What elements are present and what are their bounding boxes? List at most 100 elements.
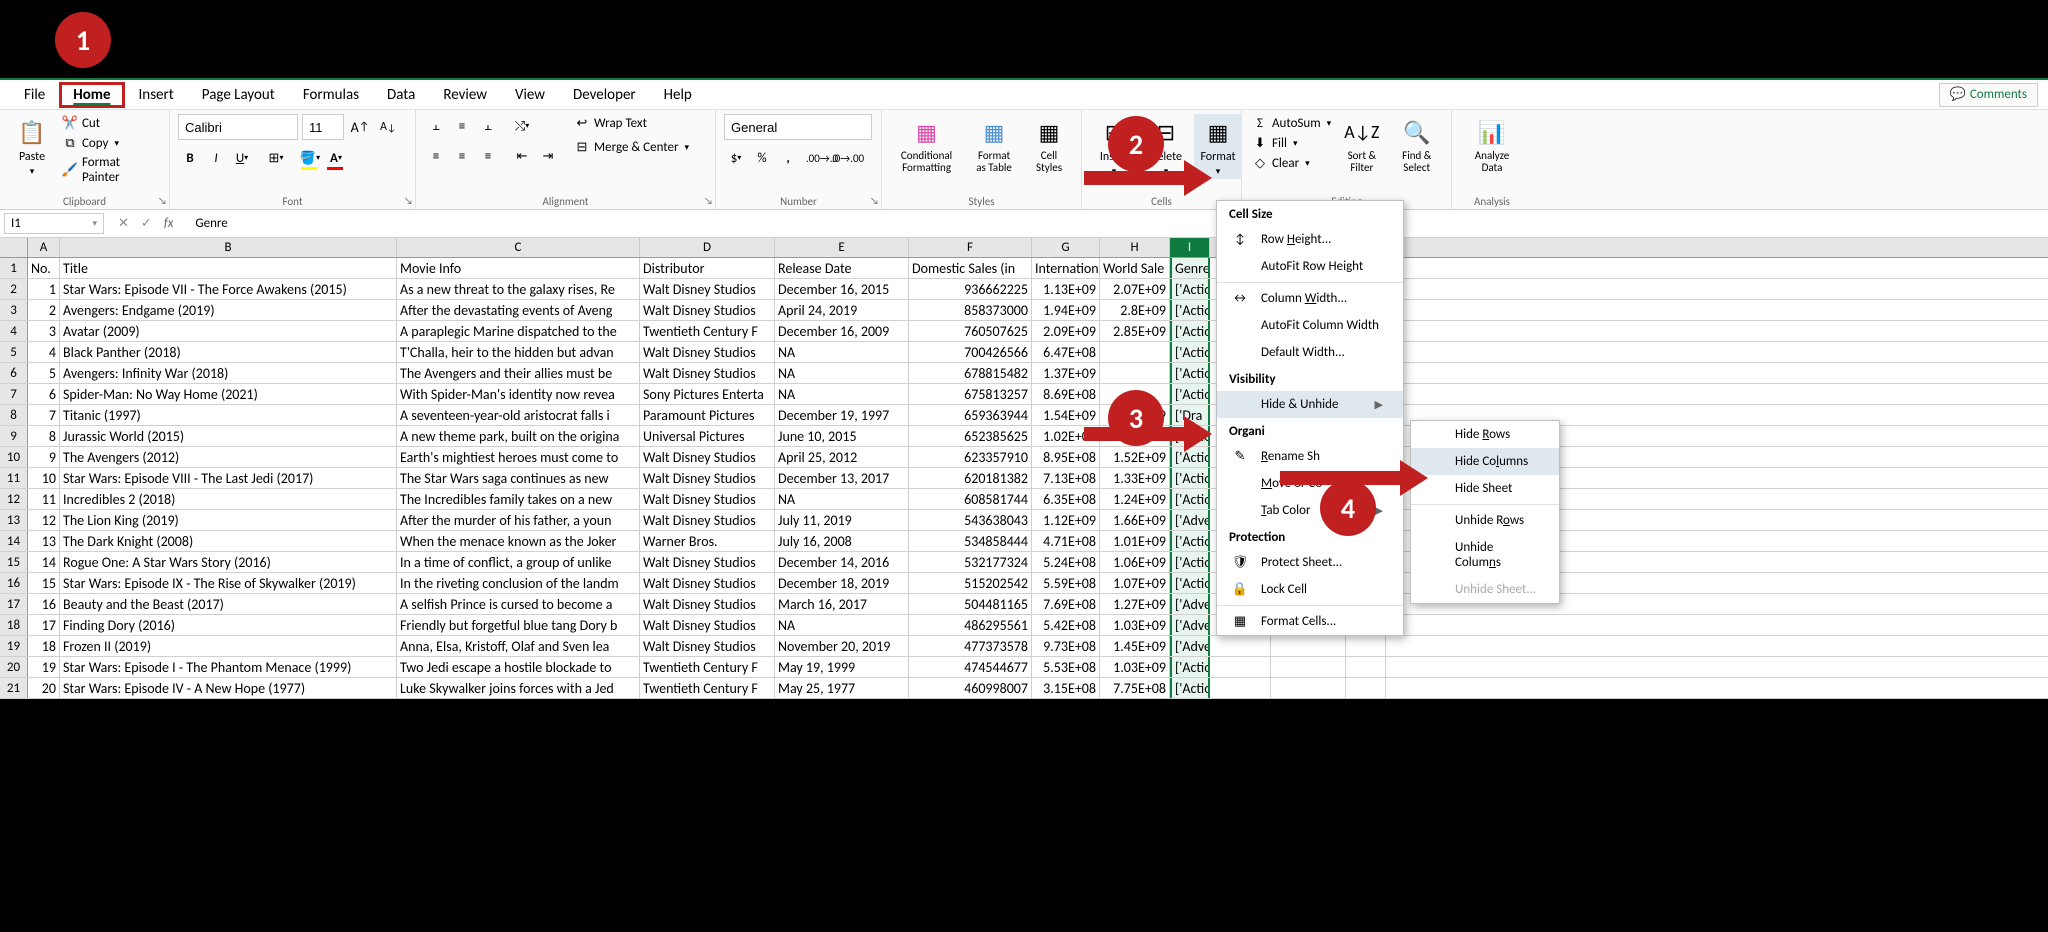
submenu-unhide-columns[interactable]: Unhide Columns — [1411, 534, 1559, 576]
cell[interactable]: Walt Disney Studios — [640, 636, 775, 656]
cell[interactable]: 700426566 — [909, 342, 1032, 362]
cell[interactable]: Walt Disney Studios — [640, 300, 775, 320]
conditional-formatting-button[interactable]: ▦ Conditional Formatting — [890, 114, 963, 176]
cell[interactable]: 2.09E+09 — [1032, 321, 1100, 341]
cell[interactable] — [1346, 636, 1386, 656]
menu-lock-cell[interactable]: 🔒Lock Cell — [1217, 576, 1403, 603]
cell[interactable]: No. — [28, 258, 60, 278]
cell[interactable]: 2.07E+09 — [1100, 279, 1170, 299]
cell[interactable]: Walt Disney Studios — [640, 447, 775, 467]
cell[interactable]: 1 — [28, 279, 60, 299]
cell[interactable]: 678815482 — [909, 363, 1032, 383]
cell[interactable]: Star Wars: Episode VII - The Force Awake… — [60, 279, 397, 299]
cell[interactable]: ['Actio — [1170, 384, 1210, 404]
cell[interactable]: Star Wars: Episode I - The Phantom Menac… — [60, 657, 397, 677]
cell[interactable]: 675813257 — [909, 384, 1032, 404]
cell[interactable]: 1.24E+09 — [1100, 489, 1170, 509]
row-header[interactable]: 10 — [0, 447, 28, 467]
font-name-input[interactable] — [178, 114, 298, 140]
cell[interactable]: April 24, 2019 — [775, 300, 909, 320]
cell[interactable]: Paramount Pictures — [640, 405, 775, 425]
cell[interactable]: December 19, 1997 — [775, 405, 909, 425]
cell[interactable]: November 20, 2019 — [775, 636, 909, 656]
cell[interactable]: December 18, 2019 — [775, 573, 909, 593]
cell[interactable]: December 16, 2009 — [775, 321, 909, 341]
cell[interactable]: 1.27E+09 — [1100, 594, 1170, 614]
menu-hide-unhide[interactable]: Hide & Unhide▶ — [1217, 391, 1403, 418]
column-header-E[interactable]: E — [775, 238, 909, 257]
cell[interactable] — [1210, 636, 1271, 656]
cell[interactable]: Walt Disney Studios — [640, 573, 775, 593]
cell[interactable]: Warner Bros. — [640, 531, 775, 551]
select-all-corner[interactable] — [0, 238, 28, 257]
sort-filter-button[interactable]: A↓Z Sort & Filter — [1337, 114, 1386, 176]
cell[interactable]: Walt Disney Studios — [640, 279, 775, 299]
percent-format-icon[interactable]: % — [750, 146, 774, 170]
cell[interactable]: Domestic Sales (in — [909, 258, 1032, 278]
cell[interactable]: 3 — [28, 321, 60, 341]
cell[interactable]: ['Adve — [1170, 510, 1210, 530]
cell[interactable]: The Avengers and their allies must be — [397, 363, 640, 383]
align-top-icon[interactable]: ⫠ — [424, 114, 448, 138]
cell[interactable]: 532177324 — [909, 552, 1032, 572]
name-box[interactable]: I1 ▾ — [4, 213, 104, 234]
cell[interactable]: ['Adve — [1170, 636, 1210, 656]
cell[interactable]: 8.69E+08 — [1032, 384, 1100, 404]
underline-button[interactable]: U▾ — [230, 146, 254, 170]
row-header[interactable]: 7 — [0, 384, 28, 404]
row-header[interactable]: 5 — [0, 342, 28, 362]
paste-button[interactable]: 📋 Paste ▾ — [8, 114, 56, 179]
submenu-hide-columns[interactable]: Hide Columns — [1411, 448, 1559, 475]
cell[interactable]: Walt Disney Studios — [640, 615, 775, 635]
row-header[interactable]: 20 — [0, 657, 28, 677]
cell[interactable]: 2.8E+09 — [1100, 300, 1170, 320]
cell[interactable]: ['Actio — [1170, 363, 1210, 383]
cell[interactable] — [1100, 342, 1170, 362]
increase-decimal-icon[interactable]: .00→.0 — [810, 146, 834, 170]
cell[interactable] — [1210, 678, 1271, 698]
cell[interactable]: 1.66E+09 — [1100, 510, 1170, 530]
cell[interactable]: 6.35E+08 — [1032, 489, 1100, 509]
cell[interactable]: 10 — [28, 468, 60, 488]
menu-default-width[interactable]: Default Width... — [1217, 339, 1403, 366]
cell[interactable]: 1.06E+09 — [1100, 552, 1170, 572]
cell[interactable]: June 10, 2015 — [775, 426, 909, 446]
cell[interactable]: July 16, 2008 — [775, 531, 909, 551]
cell[interactable]: Earth's mightiest heroes must come to — [397, 447, 640, 467]
cell[interactable]: 20 — [28, 678, 60, 698]
menu-autofit-row-height[interactable]: AutoFit Row Height — [1217, 253, 1403, 280]
cell[interactable]: Luke Skywalker joins forces with a Jed — [397, 678, 640, 698]
cell[interactable]: ['Actio — [1170, 489, 1210, 509]
cell[interactable] — [1271, 678, 1346, 698]
bold-button[interactable]: B — [178, 146, 202, 170]
cell[interactable]: ['Actio — [1170, 321, 1210, 341]
cell[interactable]: World Sale — [1100, 258, 1170, 278]
cell[interactable]: Star Wars: Episode IX - The Rise of Skyw… — [60, 573, 397, 593]
cell[interactable]: Internation — [1032, 258, 1100, 278]
align-left-icon[interactable]: ≡ — [424, 144, 448, 168]
cell[interactable] — [1100, 363, 1170, 383]
cell[interactable]: ['Actio — [1170, 573, 1210, 593]
cell[interactable]: 7.13E+08 — [1032, 468, 1100, 488]
cell[interactable]: ['Actio — [1170, 678, 1210, 698]
cell[interactable]: Genre — [1170, 258, 1210, 278]
formula-input[interactable]: Genre — [187, 214, 235, 233]
cell[interactable]: The Lion King (2019) — [60, 510, 397, 530]
cell[interactable]: Incredibles 2 (2018) — [60, 489, 397, 509]
align-center-icon[interactable]: ≡ — [450, 144, 474, 168]
cell[interactable] — [1210, 657, 1271, 677]
cell[interactable]: NA — [775, 489, 909, 509]
cell[interactable]: ['Actio — [1170, 342, 1210, 362]
menu-developer[interactable]: Developer — [559, 82, 650, 108]
cell[interactable]: 543638043 — [909, 510, 1032, 530]
cell[interactable]: 11 — [28, 489, 60, 509]
cell[interactable] — [1271, 636, 1346, 656]
cell[interactable]: Twentieth Century F — [640, 321, 775, 341]
align-middle-icon[interactable]: ≡ — [450, 114, 474, 138]
cell[interactable]: 7.69E+08 — [1032, 594, 1100, 614]
copy-button[interactable]: ⧉Copy▾ — [60, 134, 161, 152]
cell[interactable]: A seventeen-year-old aristocrat falls i — [397, 405, 640, 425]
align-bottom-icon[interactable]: ⫠ — [476, 114, 500, 138]
cell[interactable]: Anna, Elsa, Kristoff, Olaf and Sven lea — [397, 636, 640, 656]
row-header[interactable]: 15 — [0, 552, 28, 572]
